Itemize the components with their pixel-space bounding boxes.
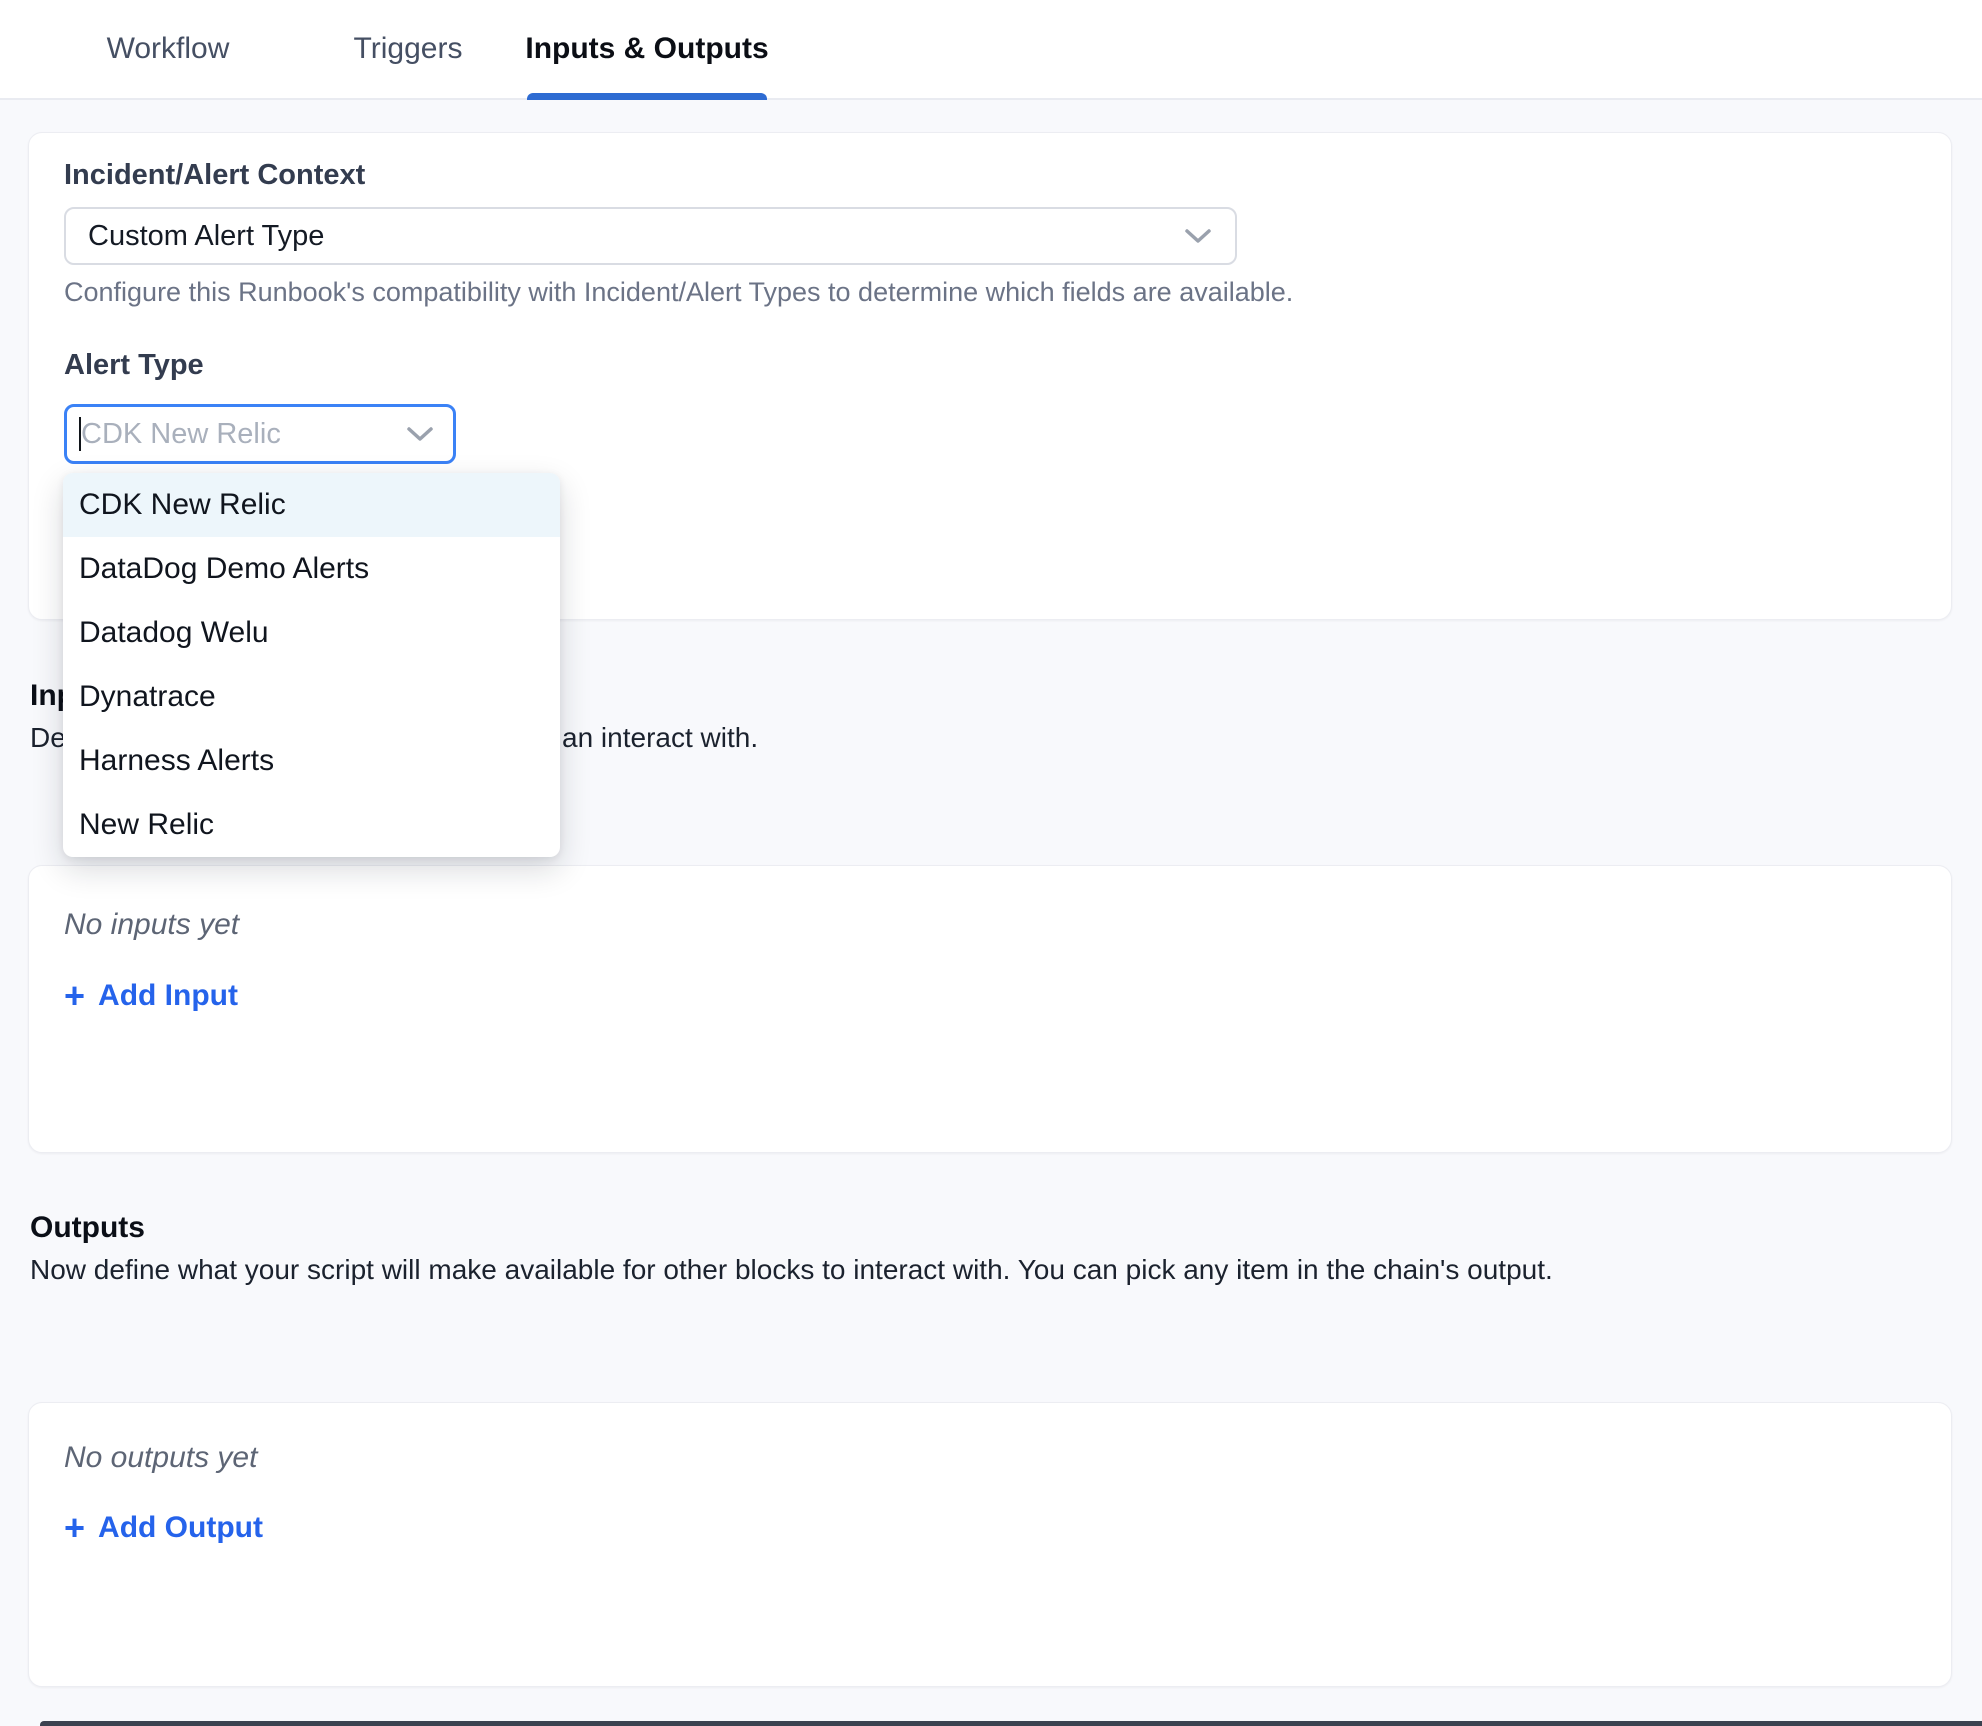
chevron-down-icon — [405, 424, 435, 444]
dropdown-option-cdk-new-relic[interactable]: CDK New Relic — [63, 473, 560, 537]
plus-icon: + — [64, 981, 85, 1011]
no-inputs-message: No inputs yet — [64, 908, 239, 942]
outputs-section-title: Outputs — [30, 1211, 145, 1245]
dropdown-option-dynatrace[interactable]: Dynatrace — [63, 665, 560, 729]
incident-context-select[interactable]: Custom Alert Type — [64, 207, 1237, 265]
alert-type-combobox[interactable]: CDK New Relic — [64, 404, 456, 464]
tab-bar: Workflow Triggers Inputs & Outputs — [0, 0, 1982, 100]
add-output-label: Add Output — [98, 1511, 263, 1545]
dropdown-option-harness-alerts[interactable]: Harness Alerts — [63, 729, 560, 793]
add-output-button[interactable]: + Add Output — [64, 1511, 263, 1545]
dropdown-option-datadog-welu[interactable]: Datadog Welu — [63, 601, 560, 665]
plus-icon: + — [64, 1513, 85, 1543]
alert-type-dropdown: CDK New Relic DataDog Demo Alerts Datado… — [63, 473, 560, 857]
chevron-down-icon — [1183, 226, 1213, 246]
tab-inputs-outputs[interactable]: Inputs & Outputs — [527, 0, 767, 98]
tab-workflow[interactable]: Workflow — [110, 0, 226, 98]
dropdown-option-datadog-demo-alerts[interactable]: DataDog Demo Alerts — [63, 537, 560, 601]
context-help-text: Configure this Runbook's compatibility w… — [64, 277, 1293, 308]
outputs-description: Now define what your script will make av… — [30, 1254, 1553, 1286]
runbook-inputs-outputs-page: Workflow Triggers Inputs & Outputs Incid… — [0, 0, 1982, 1726]
inputs-description-fragment-right: an interact with. — [562, 722, 758, 754]
active-tab-indicator — [527, 93, 767, 100]
inputs-description-fragment-left: De — [30, 722, 66, 754]
outputs-card: No outputs yet + Add Output — [28, 1402, 1952, 1687]
add-input-label: Add Input — [98, 979, 238, 1013]
alert-type-label: Alert Type — [64, 349, 204, 382]
alert-type-placeholder: CDK New Relic — [81, 418, 405, 451]
tab-triggers[interactable]: Triggers — [357, 0, 459, 98]
incident-alert-context-label: Incident/Alert Context — [64, 159, 365, 192]
add-input-button[interactable]: + Add Input — [64, 979, 238, 1013]
inputs-card: No inputs yet + Add Input — [28, 865, 1952, 1153]
no-outputs-message: No outputs yet — [64, 1441, 257, 1475]
incident-context-selected-value: Custom Alert Type — [88, 220, 1183, 253]
dropdown-option-new-relic[interactable]: New Relic — [63, 793, 560, 857]
bottom-panel-edge — [40, 1721, 1982, 1726]
